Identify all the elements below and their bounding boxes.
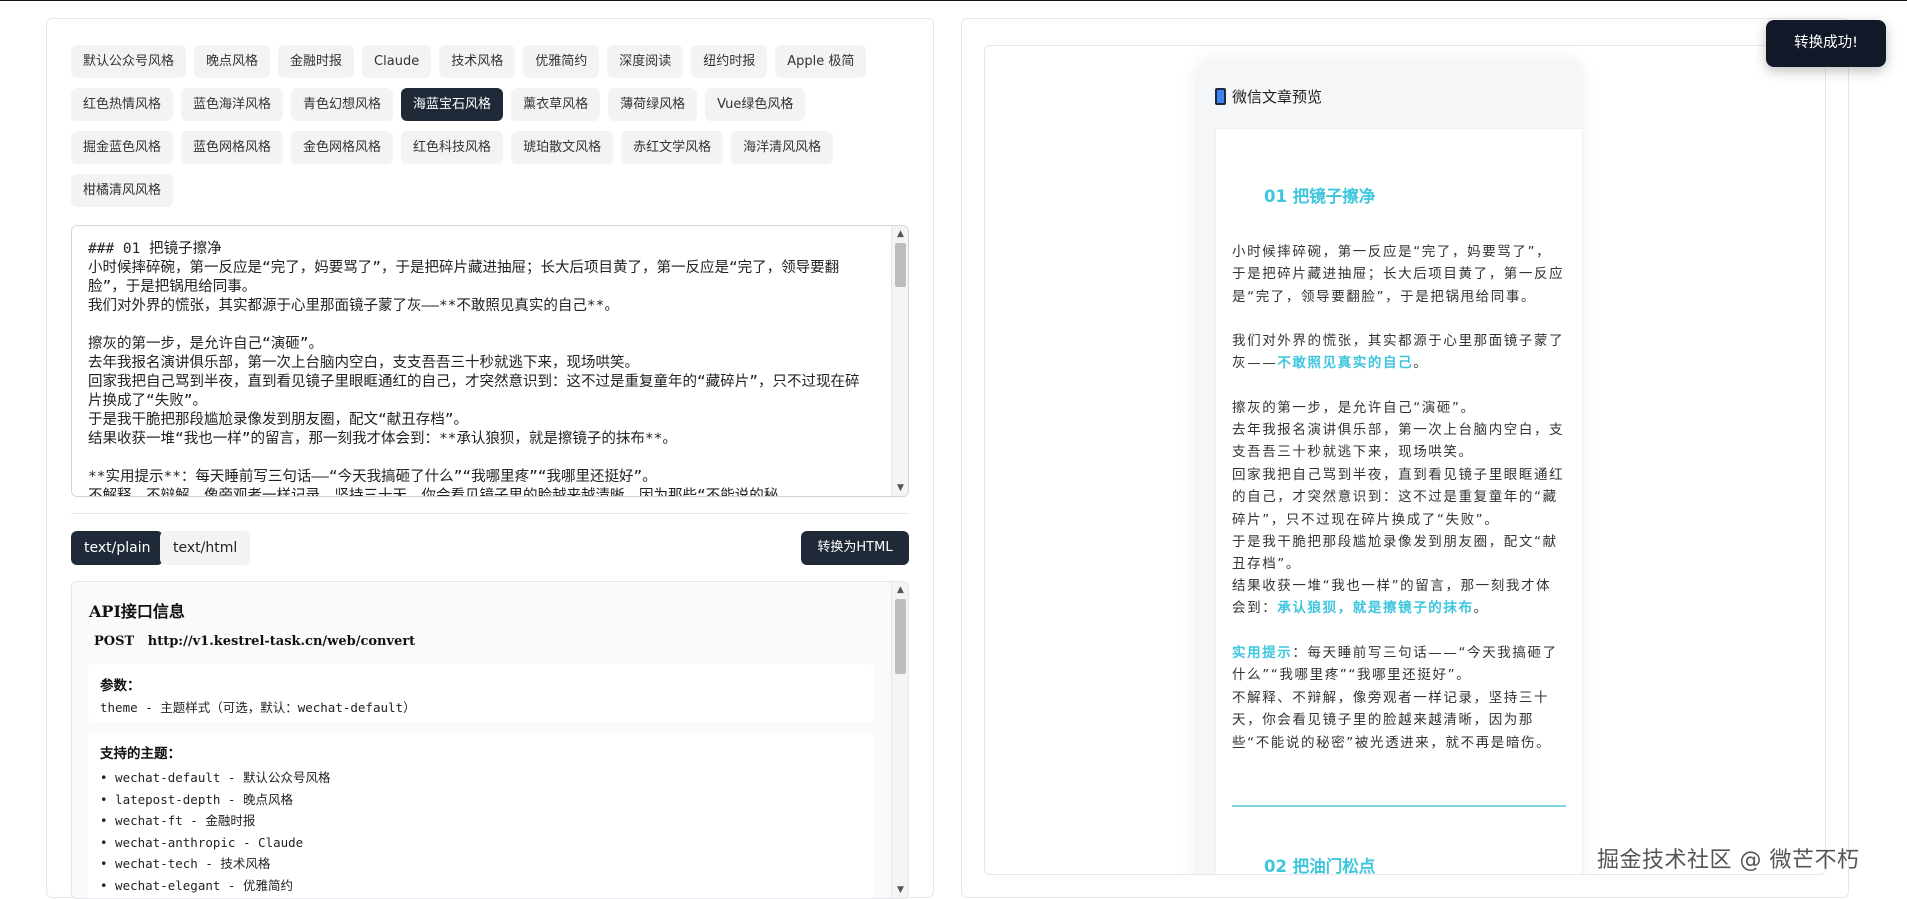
theme-button[interactable]: 金融时报	[278, 45, 355, 78]
api-theme-item: • wechat-ft - 金融时报	[100, 813, 256, 828]
article-paragraph: 回家我把自己骂到半夜，直到看见镜子里眼眶通红的自己，才突然意识到：这不过是重复童…	[1232, 467, 1565, 528]
markdown-input-text[interactable]: ### 01 把镜子擦净小时候摔碎碗，第一反应是“完了，妈要骂了”，于是把碎片藏…	[72, 226, 908, 497]
theme-button[interactable]: 赤红文学风格	[621, 131, 724, 164]
theme-button[interactable]: 蓝色网格风格	[181, 131, 284, 164]
editor-line: 不解释、不辩解，像旁观者一样记录，坚持三十天，你会看见镜子里的脸越来越清晰，因为…	[88, 488, 779, 497]
theme-button[interactable]: 琥珀散文风格	[511, 131, 614, 164]
preview-panel: 微信文章预览 01 把镜子擦净 小时候摔碎碗，第一反应是“完了，妈要骂了”，于是…	[961, 18, 1849, 898]
api-theme-item: • wechat-elegant - 优雅简约	[100, 877, 293, 893]
article-paragraph: 去年我报名演讲俱乐部，第一次上台脑内空白，支支吾吾三十秒就逃下来，现场哄笑。	[1232, 422, 1565, 461]
top-border	[0, 0, 1907, 1]
format-tab-text-plain[interactable]: text/plain	[71, 531, 164, 565]
theme-row: 红色热情风格 蓝色海洋风格 青色幻想风格 海蓝宝石风格 薰衣草风格 薄荷绿风格 Vue绿色风…	[71, 88, 911, 131]
editor-line: 小时候摔碎碗，第一反应是“完了，妈要骂了”，于是把碎片藏进抽屉；长大后项目黄了，…	[88, 260, 840, 295]
markdown-input[interactable]: ### 01 把镜子擦净小时候摔碎碗，第一反应是“完了，妈要骂了”，于是把碎片藏…	[71, 225, 909, 497]
article-paragraph: 我们对外界的慌张，其实都源于心里那面镜子蒙了灰——不敢照见真实的自己。	[1232, 333, 1565, 372]
section-divider	[71, 513, 909, 514]
theme-button[interactable]: 薄荷绿风格	[608, 88, 698, 121]
editor-line: 我们对外界的慌张，其实都源于心里那面镜子蒙了灰——**不敢照见真实的自己**。	[88, 298, 619, 314]
article-highlight: 实用提示	[1232, 645, 1293, 661]
editor-line: 回家我把自己骂到半夜，直到看见镜子里眼眶通红的自己，才突然意识到：这不过是重复童…	[88, 374, 860, 409]
editor-line: 结果收获一堆“我也一样”的留言，那一刻我才体会到：**承认狼狈，就是擦镜子的抹布…	[88, 431, 677, 447]
editor-line: 擦灰的第一步，是允许自己“演砸”。	[88, 336, 323, 352]
article-highlight: 承认狼狈，就是擦镜子的抹布	[1277, 600, 1474, 617]
api-url: http://v1.kestrel-task.cn/web/convert	[147, 634, 416, 649]
article-heading-1: 01 把镜子擦净	[1264, 187, 1376, 206]
preview-frame: 微信文章预览 01 把镜子擦净 小时候摔碎碗，第一反应是“完了，妈要骂了”，于是…	[984, 45, 1826, 875]
article-paragraph: 小时候摔碎碗，第一反应是“完了，妈要骂了”，于是把碎片藏进抽屉；长大后项目黄了，…	[1232, 244, 1565, 305]
theme-button[interactable]: 海洋清风风格	[731, 131, 834, 164]
article-heading-2: 02 把油门松点	[1264, 857, 1376, 875]
article-highlight: 不敢照见真实的自己	[1277, 355, 1414, 372]
editor-line: 去年我报名演讲俱乐部，第一次上台脑内空白，支支吾吾三十秒就逃下来，现场哄笑。	[88, 355, 639, 371]
api-themes-heading: 支持的主题：	[100, 746, 181, 762]
theme-button[interactable]: 红色科技风格	[401, 131, 504, 164]
theme-button[interactable]: Vue绿色风格	[705, 88, 806, 121]
editor-line: ### 01 把镜子擦净	[88, 241, 222, 257]
article-paragraph: 不解释、不辩解，像旁观者一样记录，坚持三十天，你会看见镜子里的脸越来越清晰，因为…	[1232, 690, 1552, 751]
api-theme-item: • wechat-tech - 技术风格	[100, 856, 271, 871]
theme-button[interactable]: 技术风格	[439, 45, 516, 78]
preview-scrollbar[interactable]	[1825, 84, 1826, 875]
phone-mockup: 微信文章预览 01 把镜子擦净 小时候摔碎碗，第一反应是“完了，妈要骂了”，于是…	[1195, 58, 1583, 875]
article-divider	[1232, 805, 1566, 807]
api-info-title: API接口信息	[89, 602, 185, 621]
theme-row: 默认公众号风格 晚点风格 金融时报 Claude 技术风格 优雅简约 深度阅读 纽约时报 App…	[71, 45, 911, 88]
scroll-down-icon[interactable]: ▼	[892, 882, 908, 898]
api-scrollbar[interactable]: ▲ ▼	[891, 582, 908, 898]
api-param-theme: theme - 主题样式（可选，默认：wechat-default）	[100, 700, 416, 715]
theme-button[interactable]: 默认公众号风格	[71, 45, 187, 78]
theme-button[interactable]: 晚点风格	[194, 45, 271, 78]
theme-button[interactable]: 蓝色海洋风格	[181, 88, 284, 121]
editor-scrollbar[interactable]: ▲ ▼	[891, 226, 908, 496]
api-params-heading: 参数：	[100, 678, 141, 694]
scroll-up-icon[interactable]: ▲	[892, 226, 908, 242]
preview-header-label: 微信文章预览	[1232, 88, 1323, 106]
preview-header: 微信文章预览	[1215, 86, 1322, 107]
api-method: POST	[94, 634, 135, 649]
theme-button[interactable]: 红色热情风格	[71, 88, 174, 121]
api-params-card: 参数： theme - 主题样式（可选，默认：wechat-default）	[88, 664, 874, 722]
api-theme-item: • wechat-default - 默认公众号风格	[100, 770, 331, 785]
success-toast: 转换成功!	[1766, 20, 1886, 67]
theme-button[interactable]: 深度阅读	[607, 45, 684, 78]
api-scroll-thumb[interactable]	[895, 599, 906, 674]
theme-button[interactable]: 掘金蓝色风格	[71, 131, 174, 164]
article-paragraph: 于是我干脆把那段尴尬录像发到朋友圈，配文“献丑存档”。	[1232, 534, 1558, 573]
editor-line: 于是我干脆把那段尴尬录像发到朋友圈，配文“献丑存档”。	[88, 412, 468, 428]
watermark: 掘金技术社区 @ 微芒不朽	[1597, 848, 1860, 873]
theme-button[interactable]: 青色幻想风格	[291, 88, 394, 121]
convert-to-html-button[interactable]: 转换为HTML	[801, 531, 909, 565]
theme-button[interactable]: 金色网格风格	[291, 131, 394, 164]
theme-row: 柑橘清风风格	[71, 174, 911, 217]
scroll-up-icon[interactable]: ▲	[892, 582, 908, 598]
theme-button[interactable]: Apple 极简	[775, 45, 867, 78]
api-info-panel: API接口信息 POST http://v1.kestrel-task.cn/w…	[71, 581, 909, 899]
article-paragraph: 实用提示：每天睡前写三句话——“今天我搞砸了什么”“我哪里疼”“我哪里还挺好”。	[1232, 645, 1558, 684]
api-endpoint: POST http://v1.kestrel-task.cn/web/conve…	[94, 634, 415, 649]
api-themes-card: 支持的主题： • wechat-default - 默认公众号风格 • latep…	[88, 732, 874, 898]
article-paragraph: 结果收获一堆“我也一样”的留言，那一刻我才体会到：承认狼狈，就是擦镜子的抹布。	[1232, 578, 1552, 617]
article-body: 01 把镜子擦净 小时候摔碎碗，第一反应是“完了，妈要骂了”，于是把碎片藏进抽屉…	[1215, 128, 1583, 875]
theme-selector: 默认公众号风格 晚点风格 金融时报 Claude 技术风格 优雅简约 深度阅读 纽约时报 App…	[71, 45, 911, 217]
article-paragraph: 擦灰的第一步，是允许自己“演砸”。	[1232, 400, 1476, 416]
theme-button[interactable]: 优雅简约	[523, 45, 600, 78]
api-theme-item: • latepost-depth - 晚点风格	[100, 791, 293, 807]
editor-line: **实用提示**：每天睡前写三句话——“今天我搞砸了什么”“我哪里疼”“我哪里还…	[88, 469, 657, 485]
theme-button[interactable]: 纽约时报	[691, 45, 768, 78]
format-tab-text-html[interactable]: text/html	[160, 531, 251, 565]
theme-button[interactable]: Claude	[362, 45, 432, 78]
phone-icon	[1215, 88, 1226, 105]
theme-button[interactable]: 薰衣草风格	[511, 88, 601, 121]
editor-panel: 默认公众号风格 晚点风格 金融时报 Claude 技术风格 优雅简约 深度阅读 纽约时报 App…	[46, 18, 934, 899]
scroll-down-icon[interactable]: ▼	[892, 480, 908, 496]
api-theme-item: • wechat-anthropic - Claude	[100, 834, 304, 850]
theme-button[interactable]: 海蓝宝石风格	[401, 88, 504, 121]
theme-button[interactable]: 柑橘清风风格	[71, 174, 174, 207]
theme-row: 掘金蓝色风格 蓝色网格风格 金色网格风格 红色科技风格 琥珀散文风格 赤红文学风格 海洋清风…	[71, 131, 911, 174]
editor-scroll-thumb[interactable]	[895, 243, 906, 287]
